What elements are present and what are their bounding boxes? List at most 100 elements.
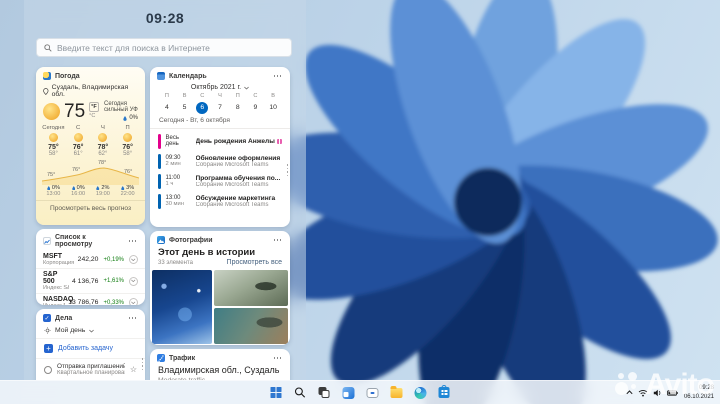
stock-row[interactable]: S&P 500 Индекс S&P 500 4 136,76 +1,61% xyxy=(36,268,145,293)
calendar-date[interactable]: 10 xyxy=(264,101,282,114)
start-button[interactable] xyxy=(269,385,284,400)
expand-chevron-button[interactable] xyxy=(129,276,138,286)
edge-button[interactable] xyxy=(413,385,428,400)
traffic-app-icon xyxy=(157,354,165,362)
calendar-event[interactable]: 11:00 1 ч Программа обучения по... Собра… xyxy=(158,171,284,191)
unit-fahrenheit[interactable]: °F xyxy=(89,101,99,112)
photos-headline: Этот день в истории xyxy=(158,247,256,258)
chevron-down-icon xyxy=(131,258,136,261)
store-button[interactable] xyxy=(437,385,452,400)
sun-icon xyxy=(48,133,58,142)
forecast-day[interactable]: П 76° 58° xyxy=(115,125,140,157)
calendar-date-row: 4 5 6 7 8 9 10 xyxy=(150,101,290,114)
stock-row[interactable]: MSFT Корпорация М... 242,20 +0,19% xyxy=(36,251,145,268)
humidity-value: 0% xyxy=(129,115,138,121)
unit-celsius[interactable]: °C xyxy=(89,112,99,120)
stocks-widget-title: Список к просмотру xyxy=(55,234,93,248)
event-color-bar xyxy=(158,153,161,169)
event-color-bar xyxy=(158,133,161,149)
store-icon xyxy=(438,385,450,398)
more-menu-button[interactable] xyxy=(272,237,284,243)
task-view-icon xyxy=(318,387,330,398)
calendar-event[interactable]: 09:30 2 мин Обновление оформления Собран… xyxy=(158,151,284,171)
calendar-date[interactable]: 4 xyxy=(158,101,176,114)
todo-list-selector[interactable]: Мой день xyxy=(36,325,145,339)
web-search-bar[interactable] xyxy=(36,38,292,57)
calendar-widget-title: Календарь xyxy=(169,72,207,80)
wifi-icon[interactable] xyxy=(638,389,648,397)
calendar-event[interactable]: Весь день День рождения Анжелы xyxy=(158,131,284,151)
calendar-date[interactable]: 9 xyxy=(247,101,265,114)
task-checkbox[interactable] xyxy=(44,365,52,374)
taskbar-date: 06.10.2021 xyxy=(683,393,714,400)
taskbar-time: 09:28 xyxy=(698,385,714,392)
expand-chevron-button[interactable] xyxy=(129,255,138,264)
calendar-date[interactable]: 5 xyxy=(176,101,194,114)
widgets-button[interactable] xyxy=(341,385,356,400)
chevron-down-icon[interactable] xyxy=(244,86,249,90)
search-input[interactable] xyxy=(57,42,284,53)
weather-widget[interactable]: Погода Суздаль, Владимирская обл. 75 °F … xyxy=(36,67,145,225)
event-list-scrollbar[interactable] xyxy=(286,164,288,176)
calendar-date-selected[interactable]: 6 xyxy=(193,101,211,114)
stocks-widget[interactable]: Список к просмотру MSFT Корпорация М... … xyxy=(36,229,145,305)
photos-app-icon xyxy=(157,236,165,244)
more-menu-button[interactable] xyxy=(272,355,284,361)
calendar-event[interactable]: 13:00 30 мин Обсуждение маркетинга Собра… xyxy=(158,191,284,211)
taskbar-clock[interactable]: 09:28 06.10.2021 xyxy=(684,384,714,400)
todo-widget-title: Дела xyxy=(55,314,73,322)
battery-icon[interactable] xyxy=(667,389,678,396)
more-menu-button[interactable] xyxy=(272,73,284,79)
forecast-day[interactable]: Сегодня 75° 58° xyxy=(41,125,66,157)
search-icon xyxy=(44,43,52,52)
photos-widget[interactable]: Фотографии Этот день в истории 33 элемен… xyxy=(150,231,290,345)
view-all-link[interactable]: Просмотреть все xyxy=(227,259,282,266)
photo-thumbnail[interactable] xyxy=(214,270,288,306)
more-menu-button[interactable] xyxy=(127,238,139,244)
calendar-today-line: Сегодня - Вт, 6 октября xyxy=(150,114,290,129)
stock-row[interactable]: NASDAQ Индекс NASDAQ 13 786,76 +0,33% xyxy=(36,293,145,305)
star-icon[interactable]: ☆ xyxy=(130,365,137,374)
traffic-location: Владимирская обл., Суздаль xyxy=(158,365,280,375)
add-task-button[interactable]: + Добавить задачу xyxy=(36,339,145,358)
calendar-app-icon xyxy=(157,72,165,80)
sun-icon xyxy=(43,102,60,120)
file-explorer-button[interactable] xyxy=(389,385,404,400)
more-menu-button[interactable] xyxy=(127,315,139,321)
calendar-month-label[interactable]: Октябрь 2021 г. xyxy=(191,84,241,91)
taskbar: 09:28 06.10.2021 xyxy=(0,380,720,404)
traffic-widget[interactable]: Трафик Владимирская обл., Суздаль Modera… xyxy=(150,349,290,380)
weather-condition: Сегодня сильный УФ xyxy=(104,101,138,113)
calendar-date[interactable]: 7 xyxy=(211,101,229,114)
photo-thumbnail[interactable] xyxy=(214,308,288,344)
view-full-forecast-link[interactable]: Просмотреть весь прогноз xyxy=(36,200,145,216)
photos-count: 33 элемента xyxy=(158,260,193,266)
tray-chevron-up-icon[interactable] xyxy=(626,390,633,395)
chat-icon xyxy=(366,387,378,398)
todo-task-row[interactable]: Отправка приглашений на... Квартальное п… xyxy=(36,358,145,380)
unit-toggle[interactable]: °F °C xyxy=(89,101,99,121)
calendar-widget[interactable]: Календарь Октябрь 2021 г. П В С Ч П С В … xyxy=(150,67,290,227)
taskbar-search-button[interactable] xyxy=(293,385,308,400)
chat-button[interactable] xyxy=(365,385,380,400)
stocks-app-icon xyxy=(43,237,51,245)
forecast-day[interactable]: Ч 78° 62° xyxy=(91,125,116,157)
stock-change-positive: +0,19% xyxy=(103,256,124,263)
task-view-button[interactable] xyxy=(317,385,332,400)
weather-location-row[interactable]: Суздаль, Владимирская обл. xyxy=(36,83,145,99)
forecast-day[interactable]: С 76° 61° xyxy=(66,125,91,157)
calendar-event-list: Весь день День рождения Анжелы 09:30 2 м… xyxy=(150,129,290,211)
plus-icon: + xyxy=(44,344,53,353)
droplet-icon xyxy=(123,115,127,121)
todo-scrollbar[interactable] xyxy=(141,358,143,370)
sun-icon xyxy=(123,133,133,142)
expand-chevron-button[interactable] xyxy=(129,298,138,305)
todo-widget[interactable]: ✓ Дела Мой день + Добавить задачу Отправ… xyxy=(36,309,145,380)
photo-thumbnail[interactable] xyxy=(152,270,212,344)
calendar-date[interactable]: 8 xyxy=(229,101,247,114)
desktop: 09:28 Погода Суздаль, Владимирская обл. xyxy=(0,0,720,404)
hourly-temp-chart: 75° 76° 78° 76° xyxy=(42,159,139,185)
droplet-icon xyxy=(71,185,75,191)
chevron-down-icon xyxy=(131,279,136,283)
volume-icon[interactable] xyxy=(653,389,662,397)
